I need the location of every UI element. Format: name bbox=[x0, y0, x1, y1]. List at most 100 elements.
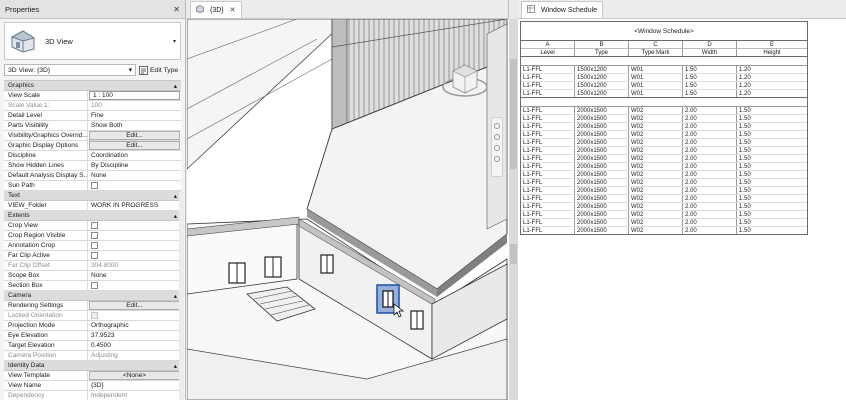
collapse-icon[interactable]: ▴ bbox=[174, 362, 177, 370]
section-header[interactable]: Extents ▴ bbox=[4, 211, 181, 221]
model-viewport[interactable] bbox=[187, 19, 509, 400]
property-row[interactable]: Visibility/Graphics Overrid... Edit... bbox=[4, 131, 181, 141]
orbit-icon[interactable] bbox=[494, 156, 500, 162]
table-row[interactable]: L1-FFL 2000x1500 W02 2.00 1.50 bbox=[521, 195, 807, 203]
chevron-down-icon[interactable]: ▾ bbox=[173, 38, 176, 45]
property-value[interactable]: WORK IN PROGRESS bbox=[88, 201, 181, 210]
table-row[interactable]: L1-FFL 2000x1500 W02 2.00 1.50 bbox=[521, 171, 807, 179]
property-checkbox[interactable] bbox=[88, 181, 181, 190]
collapse-icon[interactable]: ▴ bbox=[174, 292, 177, 300]
property-row[interactable]: Graphic Display Options Edit... bbox=[4, 141, 181, 151]
table-row[interactable]: L1-FFL 2000x1500 W02 2.00 1.50 bbox=[521, 131, 807, 139]
property-row[interactable]: Parts Visibility Show Both bbox=[4, 121, 181, 131]
properties-scrollbar[interactable] bbox=[179, 192, 184, 400]
checkbox[interactable] bbox=[91, 282, 98, 289]
table-row[interactable]: L1-FFL 2000x1500 W02 2.00 1.50 bbox=[521, 163, 807, 171]
table-row[interactable]: L1-FFL 2000x1500 W02 2.00 1.50 bbox=[521, 211, 807, 219]
property-value[interactable]: 0.4500 bbox=[88, 341, 181, 350]
table-row[interactable]: L1-FFL 2000x1500 W02 2.00 1.50 bbox=[521, 107, 807, 115]
checkbox[interactable] bbox=[91, 182, 98, 189]
table-row[interactable]: L1-FFL 2000x1500 W02 2.00 1.50 bbox=[521, 179, 807, 187]
property-row[interactable]: Annotation Crop bbox=[4, 241, 181, 251]
section-header[interactable]: Text ▴ bbox=[4, 191, 181, 201]
checkbox[interactable] bbox=[91, 222, 98, 229]
property-row[interactable]: Target Elevation 0.4500 bbox=[4, 341, 181, 351]
table-row[interactable]: L1-FFL 1500x1200 W01 1.50 1.20 bbox=[521, 82, 807, 90]
property-row[interactable]: View Name {3D} bbox=[4, 381, 181, 391]
property-value[interactable]: None bbox=[88, 171, 181, 180]
edit-button[interactable]: Edit... bbox=[89, 131, 180, 140]
edit-button[interactable]: Edit... bbox=[89, 141, 180, 150]
close-icon[interactable]: ✕ bbox=[230, 6, 236, 14]
property-value[interactable]: Orthographic bbox=[88, 321, 181, 330]
property-row[interactable]: Detail Level Fine bbox=[4, 111, 181, 121]
instance-selector[interactable]: 3D View: {3D} ▾ bbox=[4, 64, 136, 76]
tab-window-schedule[interactable]: Window Schedule bbox=[521, 1, 604, 18]
edit-button[interactable]: <None> bbox=[89, 371, 180, 380]
table-row[interactable]: L1-FFL 2000x1500 W02 2.00 1.50 bbox=[521, 147, 807, 155]
tab-3d-view[interactable]: {3D} ✕ bbox=[190, 1, 242, 18]
property-value[interactable]: By Discipline bbox=[88, 161, 181, 170]
table-row[interactable]: Level Type Type Mark Width Height bbox=[521, 49, 807, 57]
table-row[interactable]: ABCD E bbox=[521, 41, 807, 49]
scrollbar-thumb[interactable] bbox=[510, 59, 517, 169]
property-checkbox[interactable] bbox=[88, 251, 181, 260]
zoom-icon[interactable] bbox=[494, 134, 500, 140]
checkbox[interactable] bbox=[91, 232, 98, 239]
property-checkbox[interactable] bbox=[88, 231, 181, 240]
property-row[interactable]: Default Analysis Display S... None bbox=[4, 171, 181, 181]
property-row[interactable]: Eye Elevation 37.9523 bbox=[4, 331, 181, 341]
property-row[interactable]: Section Box bbox=[4, 281, 181, 291]
property-row[interactable]: View Scale 1 : 100 bbox=[4, 91, 181, 101]
collapse-icon[interactable]: ▴ bbox=[174, 212, 177, 220]
property-value[interactable]: Coordination bbox=[88, 151, 181, 160]
property-row[interactable]: Far Clip Active bbox=[4, 251, 181, 261]
section-header[interactable]: Graphics ▴ bbox=[4, 81, 181, 91]
collapse-icon[interactable]: ▴ bbox=[174, 192, 177, 200]
property-value[interactable]: Fine bbox=[88, 111, 181, 120]
table-row[interactable]: L1-FFL 1500x1200 W01 1.50 1.20 bbox=[521, 66, 807, 74]
property-value[interactable]: {3D} bbox=[88, 381, 181, 390]
property-row[interactable]: Crop Region Visible bbox=[4, 231, 181, 241]
collapse-icon[interactable]: ▴ bbox=[174, 82, 177, 90]
checkbox[interactable] bbox=[91, 252, 98, 259]
table-row[interactable]: L1-FFL 2000x1500 W02 2.00 1.50 bbox=[521, 203, 807, 211]
scrollbar-thumb[interactable] bbox=[510, 244, 517, 264]
property-checkbox[interactable] bbox=[88, 241, 181, 250]
property-checkbox[interactable] bbox=[88, 221, 181, 230]
property-row[interactable]: VIEW_Folder WORK IN PROGRESS bbox=[4, 201, 181, 211]
table-row[interactable]: L1-FFL 2000x1500 W02 2.00 1.50 bbox=[521, 139, 807, 147]
full-navigation-wheel-icon[interactable] bbox=[494, 123, 500, 129]
pane-splitter[interactable] bbox=[509, 19, 518, 400]
property-value[interactable]: 37.9523 bbox=[88, 331, 181, 340]
table-row[interactable]: L1-FFL 2000x1500 W02 2.00 1.50 bbox=[521, 123, 807, 131]
property-value[interactable]: None bbox=[88, 271, 181, 280]
checkbox[interactable] bbox=[91, 242, 98, 249]
section-header[interactable]: Identity Data ▴ bbox=[4, 361, 181, 371]
property-row[interactable]: Rendering Settings Edit... bbox=[4, 301, 181, 311]
type-selector[interactable]: 3D View ▾ bbox=[4, 22, 181, 60]
table-row[interactable]: L1-FFL 2000x1500 W02 2.00 1.50 bbox=[521, 219, 807, 227]
property-row[interactable]: Show Hidden Lines By Discipline bbox=[4, 161, 181, 171]
table-row[interactable]: L1-FFL 2000x1500 W02 2.00 1.50 bbox=[521, 155, 807, 163]
property-row[interactable]: Projection Mode Orthographic bbox=[4, 321, 181, 331]
table-row[interactable]: L1-FFL 1500x1200 W01 1.50 1.20 bbox=[521, 74, 807, 82]
edit-button[interactable]: Edit... bbox=[89, 301, 180, 310]
property-row[interactable]: Discipline Coordination bbox=[4, 151, 181, 161]
edit-type-button[interactable]: Edit Type bbox=[139, 65, 178, 75]
close-icon[interactable]: ✕ bbox=[173, 5, 180, 14]
property-checkbox[interactable] bbox=[88, 281, 181, 290]
table-row[interactable]: L1-FFL 2000x1500 W02 2.00 1.50 bbox=[521, 187, 807, 195]
table-row[interactable]: L1-FFL 2000x1500 W02 2.00 1.50 bbox=[521, 227, 807, 235]
property-row[interactable]: Crop View bbox=[4, 221, 181, 231]
table-row[interactable]: L1-FFL 1500x1200 W01 1.50 1.20 bbox=[521, 90, 807, 98]
property-row[interactable]: Scope Box None bbox=[4, 271, 181, 281]
property-row[interactable]: Sun Path bbox=[4, 181, 181, 191]
property-row[interactable]: View Template <None> bbox=[4, 371, 181, 381]
property-value[interactable]: 1 : 100 bbox=[89, 91, 180, 100]
section-header[interactable]: Camera ▴ bbox=[4, 291, 181, 301]
table-row[interactable]: L1-FFL 2000x1500 W02 2.00 1.50 bbox=[521, 115, 807, 123]
navigation-bar[interactable] bbox=[491, 117, 503, 177]
property-value[interactable]: Show Both bbox=[88, 121, 181, 130]
pan-icon[interactable] bbox=[494, 145, 500, 151]
